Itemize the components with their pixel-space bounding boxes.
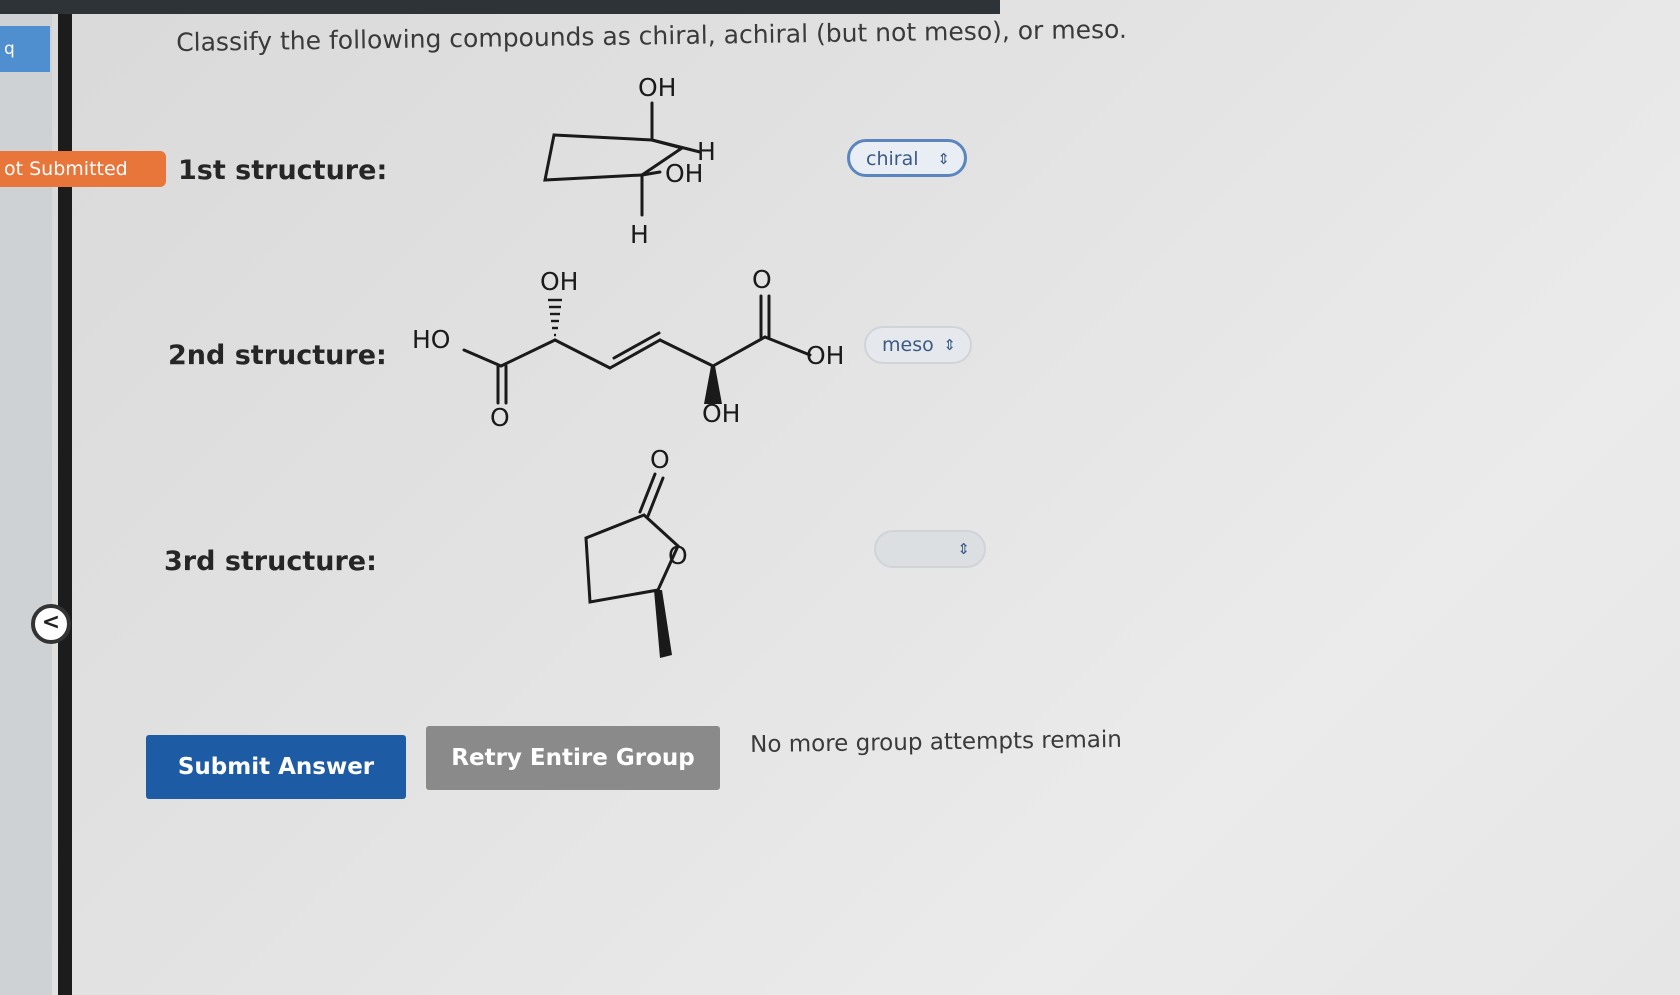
structure-3-molecule [584,472,680,604]
atom-ho: HO [412,325,450,354]
chevron-updown-icon: ⇕ [937,150,950,168]
selected-value: meso [882,334,934,356]
atom-oh: OH [665,159,703,188]
atom-oh: OH [702,399,740,428]
molecule-drawings: OH H OH H HO O OH O OH OH O O [412,73,844,658]
structure-1-select[interactable]: chiral ⇕ [847,139,967,177]
atom-o: O [650,445,670,474]
atom-h: H [630,220,649,249]
chevron-updown-icon: ⇕ [943,336,956,354]
structure-2-select[interactable]: meso ⇕ [864,326,972,364]
selected-value: chiral [866,148,919,170]
atom-oh: OH [806,341,844,370]
retry-group-button[interactable]: Retry Entire Group [426,726,720,790]
chevron-updown-icon: ⇕ [957,540,970,558]
attempts-note: No more group attempts remain [750,726,1123,758]
solid-wedge-methyl [654,590,672,658]
atom-oh: OH [638,73,676,102]
atom-oh: OH [540,267,578,296]
atom-o: O [490,403,510,432]
submit-answer-button[interactable]: Submit Answer [146,735,406,799]
atom-o: O [752,265,772,294]
hash-wedge [548,298,562,337]
atom-o: O [668,541,688,570]
structure-3-select[interactable]: ⇕ [874,530,986,568]
structure-2-molecule [462,294,812,405]
